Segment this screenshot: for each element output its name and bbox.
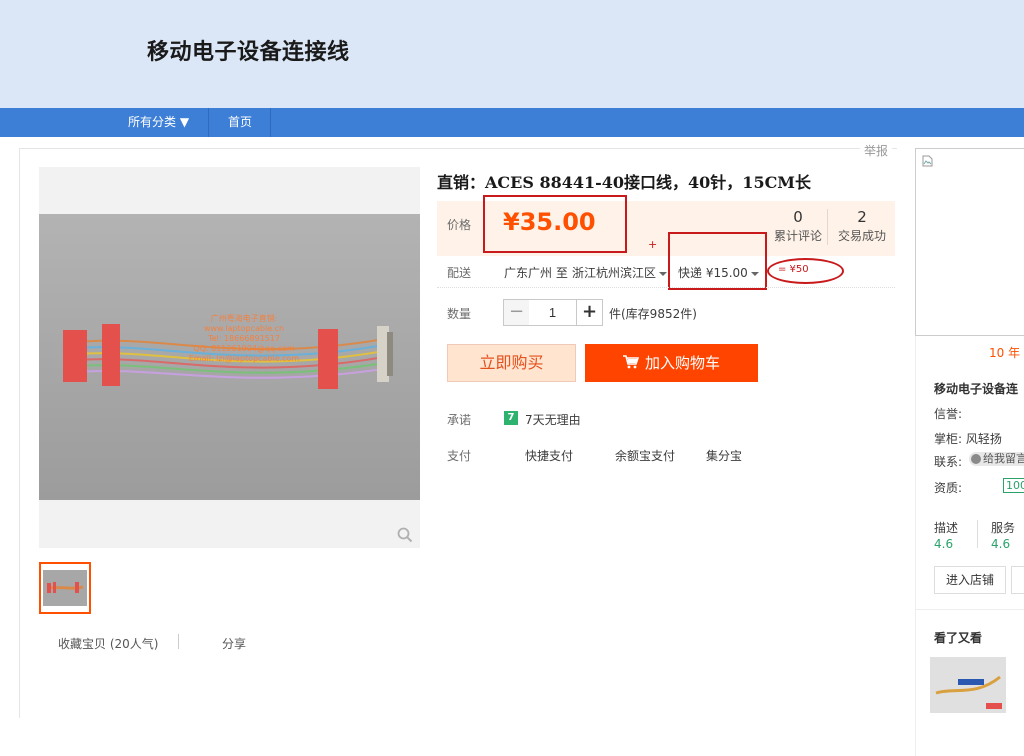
contact-button[interactable]: 给我留言 [969, 452, 1024, 466]
contact-chip-label: 给我留言 [983, 452, 1024, 465]
promise-text[interactable]: 7天无理由 [525, 411, 581, 428]
seven-day-icon: 7 [504, 411, 518, 425]
favorite-shop-button[interactable] [1011, 566, 1024, 594]
watermark-line: 广州粤海电子直销: [210, 314, 278, 323]
qualification-label: 资质: [934, 481, 963, 495]
buy-now-button[interactable]: 立即购买 [447, 344, 576, 382]
message-icon [971, 454, 981, 464]
watermark-line: www.laptopcable.cn [203, 324, 285, 333]
quantity-label: 数量 [447, 307, 472, 321]
divider [915, 609, 1024, 610]
total-annotation: = ¥50 [778, 264, 809, 275]
product-photo[interactable]: 广州粤海电子直销: www.laptopcable.cn Tel: 186668… [39, 214, 420, 500]
payment-label: 支付 [447, 449, 472, 463]
watermark-line: QQ: 811261904@qq.com [193, 344, 295, 353]
deals-stat[interactable]: 2 交易成功 [834, 208, 890, 244]
divider [437, 287, 895, 288]
rating-value: 4.6 [934, 537, 954, 551]
thumbnail-image [43, 570, 87, 606]
rating-description: 描述 4.6 [934, 519, 958, 551]
report-link[interactable]: 举报 [860, 142, 893, 159]
quantity-increase-button[interactable]: + [576, 299, 603, 326]
payment-method[interactable]: 快捷支付 [525, 447, 573, 464]
gallery-thumbnail[interactable] [39, 562, 91, 614]
shop-years: 10 年 [989, 346, 1021, 360]
stock-info: 件(库存9852件) [609, 307, 697, 321]
contact-label: 联系: [934, 455, 963, 469]
shop-keeper: 掌柜: 风轻扬 [934, 432, 1002, 446]
shop-sidebar: 10 年 移动电子设备连 信誉: 掌柜: 风轻扬 联系: 给我留言 资质: 10… [915, 148, 1024, 756]
ship-from: 广东广州 至 [504, 266, 568, 280]
favorite-link[interactable]: 收藏宝贝 (20人气) [58, 635, 158, 652]
watermark: 广州粤海电子直销: www.laptopcable.cn Tel: 186668… [169, 314, 319, 364]
chevron-down-icon [659, 271, 668, 276]
rating-service: 服务 4.6 [991, 519, 1015, 551]
reviews-label: 累计评论 [773, 229, 822, 243]
annotation-plus: + [648, 238, 658, 251]
shop-banner-image[interactable] [915, 148, 1024, 336]
rating-value: 4.6 [991, 537, 1011, 551]
nav-divider [208, 108, 209, 137]
cart-icon [622, 355, 639, 369]
thumbnail-illustration [46, 582, 84, 593]
add-to-cart-button[interactable]: 加入购物车 [585, 344, 758, 382]
deals-label: 交易成功 [837, 229, 886, 243]
quantity-input[interactable] [529, 299, 576, 326]
reviews-stat[interactable]: 0 累计评论 [770, 208, 826, 244]
nav-divider [270, 108, 271, 137]
price-annotation-box [483, 195, 627, 253]
enter-shop-button[interactable]: 进入店铺 [934, 566, 1006, 594]
shipping-label: 配送 [447, 266, 472, 280]
nav-all-categories[interactable]: 所有分类 ▼ [128, 108, 189, 137]
share-link[interactable]: 分享 [222, 635, 246, 652]
also-viewed-title: 看了又看 [934, 631, 983, 645]
also-viewed-item[interactable] [930, 657, 1006, 713]
divider [977, 520, 978, 548]
ship-destination: 浙江杭州滨江区 [572, 266, 657, 280]
broken-image-icon [922, 155, 933, 167]
watermark-line: Email: lzi@laptopcable.com [188, 354, 300, 363]
payment-method[interactable]: 集分宝 [706, 447, 742, 464]
deals-count: 2 [857, 208, 867, 226]
rating-label: 服务 [991, 521, 1016, 535]
nav-home[interactable]: 首页 [228, 108, 252, 137]
shipping-annotation-box [668, 232, 767, 290]
zoom-icon[interactable] [397, 527, 413, 543]
divider [178, 634, 179, 649]
price-label: 价格 [447, 218, 472, 232]
promise-label: 承诺 [447, 413, 472, 427]
shop-title[interactable]: 移动电子设备连接线 [147, 34, 350, 66]
also-viewed-illustration [930, 657, 1006, 713]
add-to-cart-label: 加入购物车 [644, 354, 720, 372]
product-gallery[interactable]: 广州粤海电子直销: www.laptopcable.cn Tel: 186668… [39, 167, 420, 548]
qualification-badge[interactable]: 100 [1003, 478, 1024, 493]
watermark-line: Tel: 18666891517 [208, 334, 280, 343]
reputation-label: 信誉: [934, 407, 963, 421]
reviews-count: 0 [793, 208, 803, 226]
quantity-decrease-button[interactable]: − [503, 299, 530, 326]
stat-divider [827, 209, 828, 245]
payment-method[interactable]: 余额宝支付 [615, 447, 675, 464]
rating-label: 描述 [934, 521, 959, 535]
shop-header: 移动电子设备连接线 [0, 0, 1024, 108]
shop-name[interactable]: 移动电子设备连 [934, 380, 1018, 397]
product-title: 直销：ACES 88441-40接口线，40针，15CM长 [437, 173, 812, 192]
ship-destination-select[interactable]: 浙江杭州滨江区 [572, 264, 668, 281]
navbar: 所有分类 ▼ 首页 [0, 108, 1024, 137]
